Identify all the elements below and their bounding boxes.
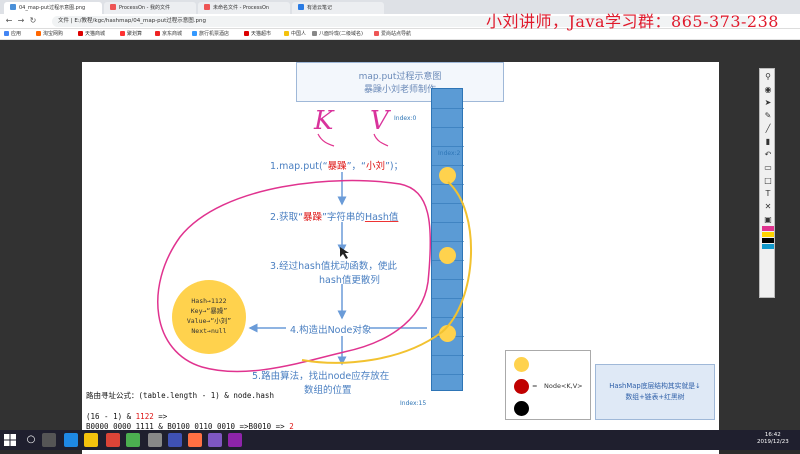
app-icon[interactable] — [148, 433, 162, 447]
eraser-icon[interactable]: ▭ — [761, 162, 775, 173]
image-file-icon — [10, 4, 16, 10]
bookmark-item[interactable]: 爱尚站点导航 — [374, 30, 411, 39]
reload-icon[interactable]: ↻ — [28, 16, 38, 26]
app-icon[interactable] — [126, 433, 140, 447]
color-swatch-cyan[interactable] — [762, 244, 774, 249]
system-clock[interactable]: 16:42 2019/12/23 — [757, 432, 789, 446]
tab-youdao-note[interactable]: 有道云笔记 — [292, 2, 384, 14]
text-icon[interactable]: T — [761, 188, 775, 199]
windows-start-icon[interactable] — [4, 434, 16, 446]
app-icon[interactable] — [208, 433, 222, 447]
shape-icon[interactable]: □ — [761, 175, 775, 186]
windows-taskbar: ○ 16:42 2019/12/23 — [0, 430, 800, 450]
site-icon — [312, 31, 317, 36]
tab-map-put-image[interactable]: 04_map-put过程示意图.png — [4, 2, 102, 14]
processon-icon — [204, 4, 210, 10]
folder-icon — [284, 31, 289, 36]
file-explorer-icon[interactable] — [84, 433, 98, 447]
mouse-cursor-icon — [340, 247, 349, 259]
bookmark-item[interactable]: 天猫超市 — [244, 30, 271, 39]
app-icon[interactable] — [188, 433, 202, 447]
juhuasuan-icon — [120, 31, 125, 36]
app-icon[interactable] — [168, 433, 182, 447]
line-icon[interactable]: ╱ — [761, 123, 775, 134]
eye-icon[interactable]: ◉ — [761, 84, 775, 95]
apps-icon — [4, 31, 9, 36]
clear-icon[interactable]: ✕ — [761, 201, 775, 212]
app-icon[interactable] — [228, 433, 242, 447]
color-swatch-pink[interactable] — [762, 226, 774, 231]
pink-annotation-stroke — [373, 133, 389, 147]
stream-watermark: 小刘讲师，Java学习群：865-373-238 — [486, 12, 779, 31]
image-viewer: map.put过程示意图 暴躁小刘老师制作 K V 1.map.put(“暴躁”… — [0, 40, 800, 454]
tab-processon-files[interactable]: ProcessOn - 我的文件 — [104, 2, 196, 14]
color-swatch-black[interactable] — [762, 238, 774, 243]
bookmark-item[interactable]: 旅行机票酒店 — [192, 30, 229, 39]
bookmark-item[interactable]: 淘宝网购 — [36, 30, 63, 39]
pink-annotation-stroke — [317, 133, 335, 147]
color-swatch-yellow[interactable] — [762, 232, 774, 237]
jd-icon — [155, 31, 160, 36]
pointer-icon[interactable]: ➤ — [761, 97, 775, 108]
edge-icon[interactable] — [64, 433, 78, 447]
taobao-icon — [36, 31, 41, 36]
processon-icon — [110, 4, 116, 10]
travel-icon — [192, 31, 197, 36]
pin-icon[interactable]: ⚲ — [761, 71, 775, 82]
search-icon[interactable]: ○ — [24, 433, 38, 447]
tab-processon-untitled[interactable]: 未命名文件 - ProcessOn — [198, 2, 290, 14]
tmall-icon — [78, 31, 83, 36]
annotation-toolbar: ⚲ ◉ ➤ ✎ ╱ ▮ ↶ ▭ □ T ✕ ▣ — [759, 68, 775, 298]
task-view-icon[interactable] — [42, 433, 56, 447]
pink-annotation-loop — [157, 179, 432, 373]
youdao-icon — [298, 4, 304, 10]
bookmark-item[interactable]: 应用 — [4, 30, 21, 39]
bookmark-item[interactable]: 中国人 — [284, 30, 306, 39]
tmall-super-icon — [244, 31, 249, 36]
bookmark-item[interactable]: 聚划算 — [120, 30, 142, 39]
bookmark-item[interactable]: 天猫商城 — [78, 30, 105, 39]
yellow-annotation-curve — [301, 181, 472, 364]
pen-icon[interactable]: ✎ — [761, 110, 775, 121]
diagram-annotations — [157, 133, 472, 373]
site-icon — [374, 31, 379, 36]
back-icon[interactable]: ← — [4, 16, 14, 26]
highlighter-icon[interactable]: ▮ — [761, 136, 775, 147]
undo-icon[interactable]: ↶ — [761, 149, 775, 160]
diagram-image: map.put过程示意图 暴躁小刘老师制作 K V 1.map.put(“暴躁”… — [82, 62, 719, 454]
save-icon[interactable]: ▣ — [761, 214, 775, 225]
forward-icon[interactable]: → — [16, 16, 26, 26]
bookmark-item[interactable]: 京东商城 — [155, 30, 182, 39]
chrome-icon[interactable] — [106, 433, 120, 447]
bookmark-item[interactable]: 八面玲珑(二级域名) — [312, 30, 363, 39]
